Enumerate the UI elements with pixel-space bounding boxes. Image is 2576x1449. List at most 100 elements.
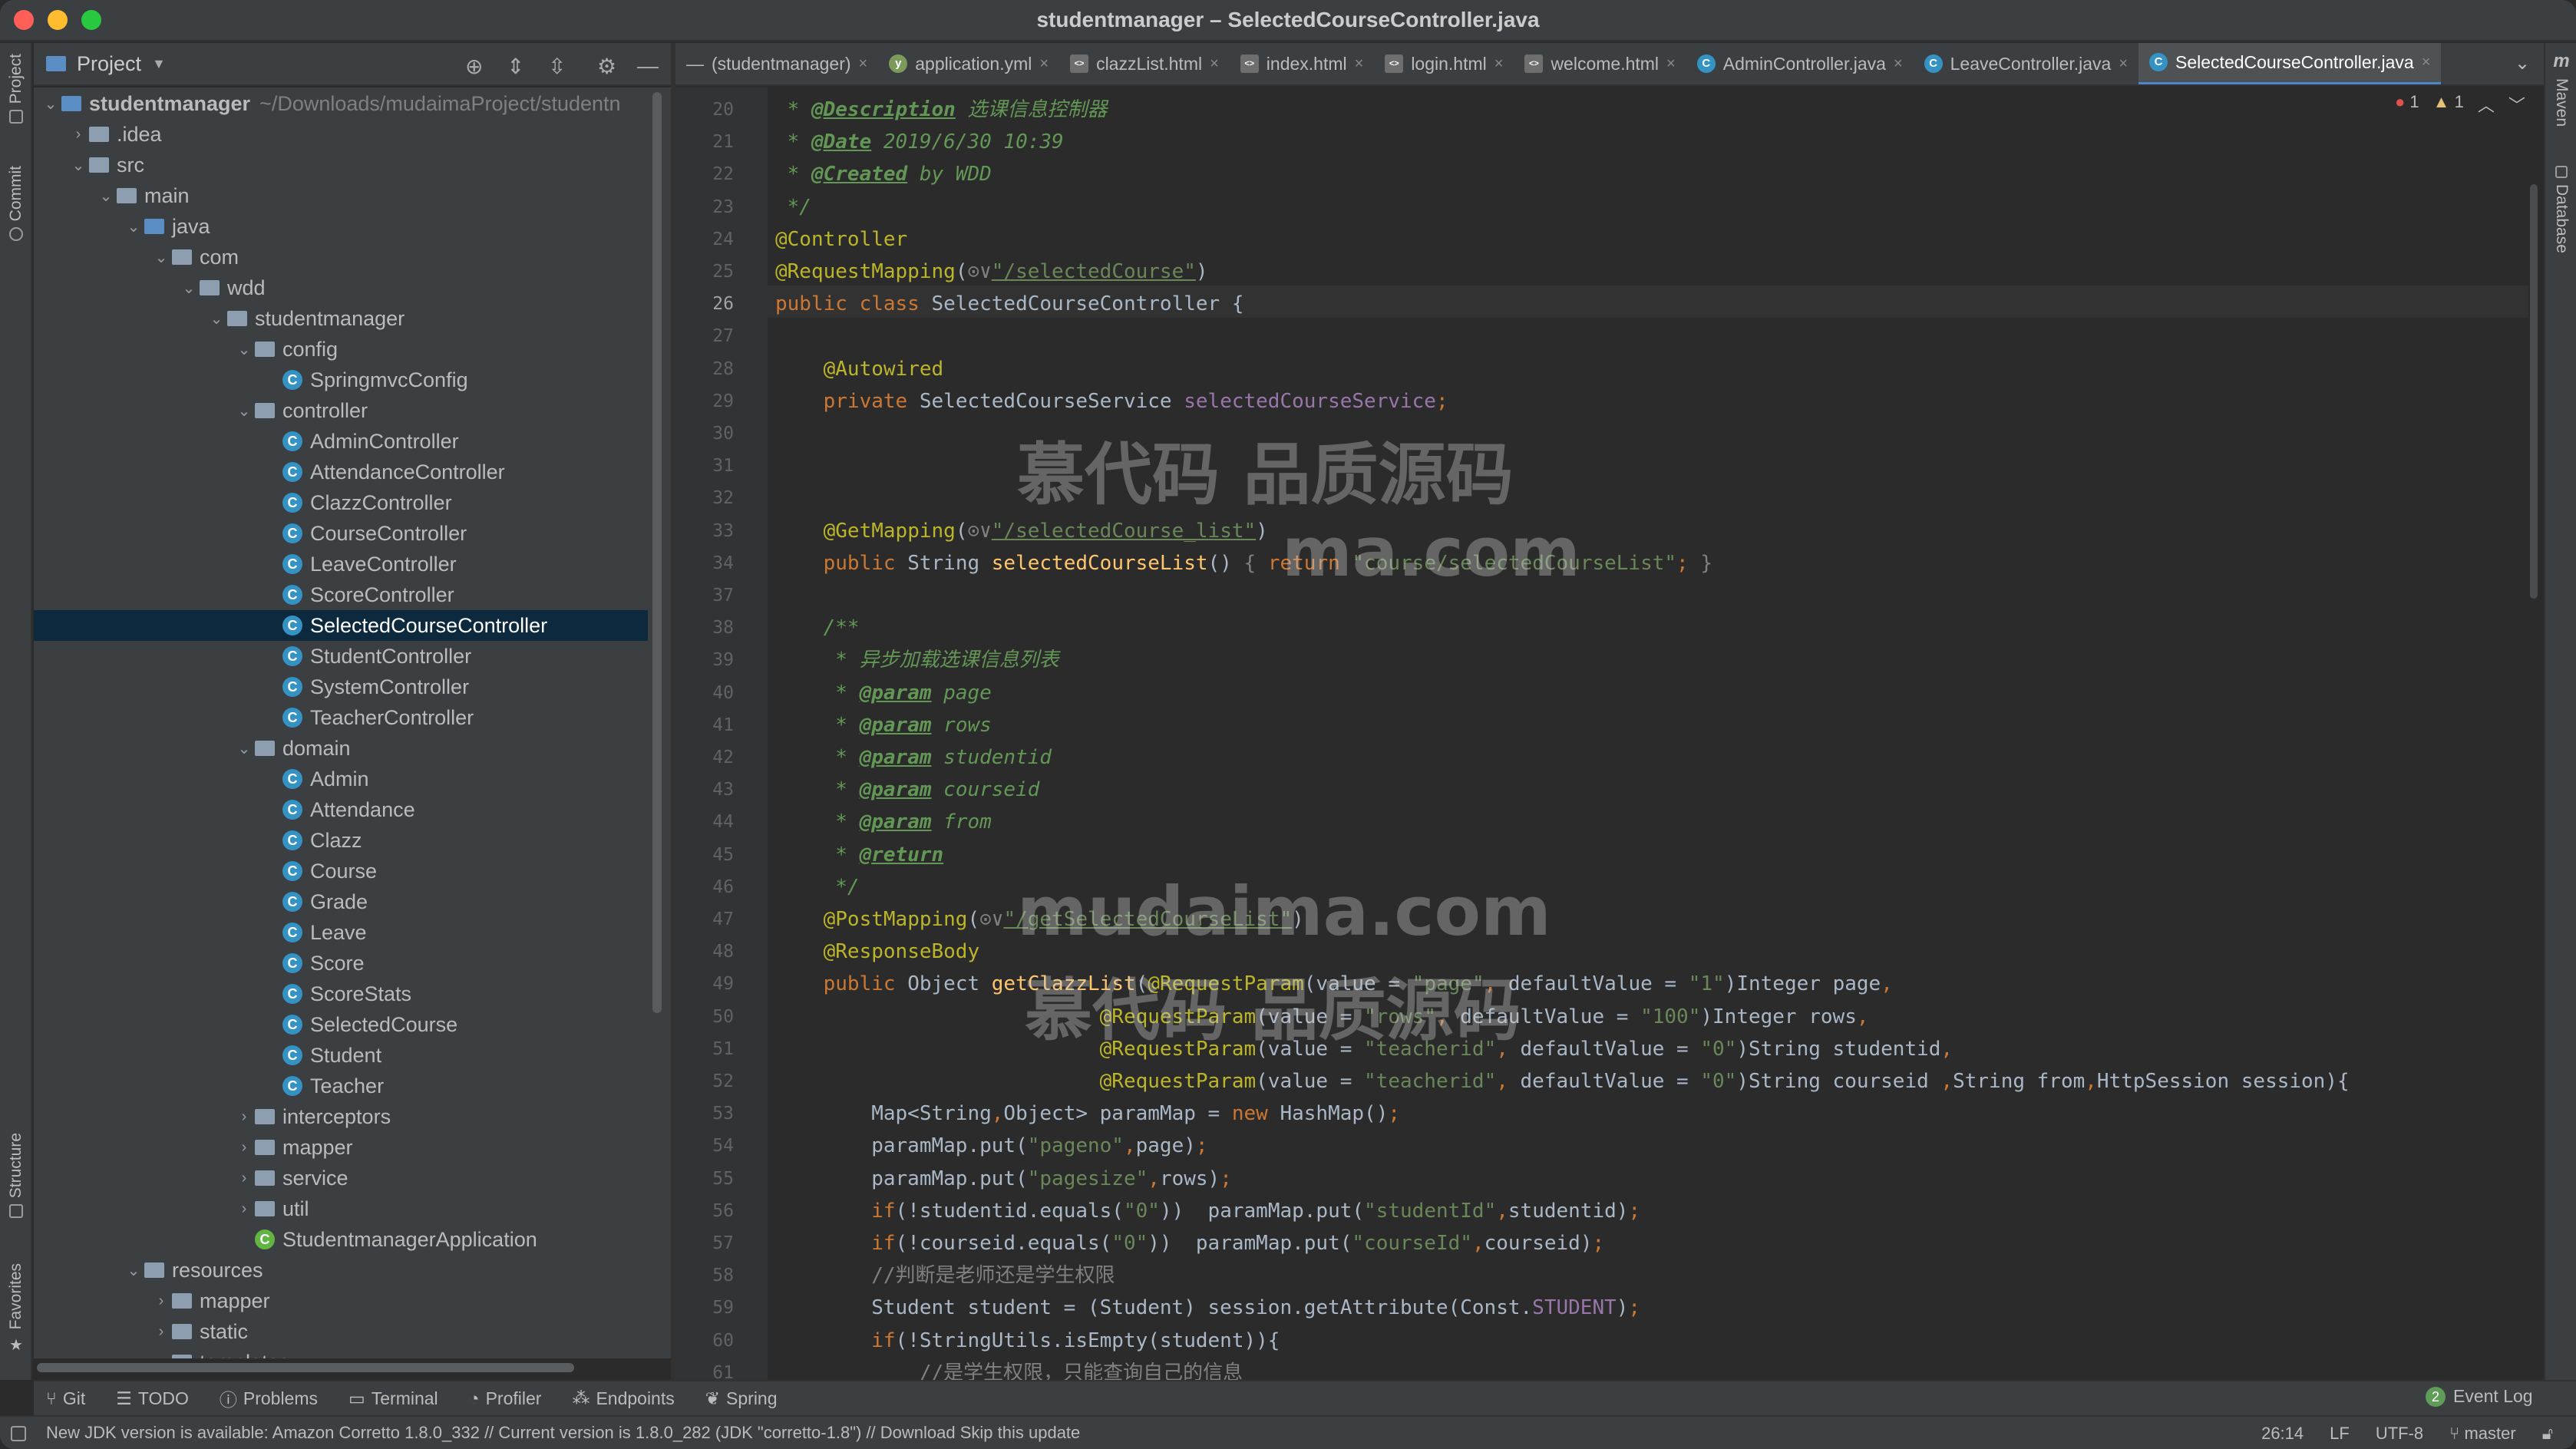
- chevron-right-icon[interactable]: ›: [233, 1139, 255, 1157]
- chevron-right-icon[interactable]: ›: [68, 126, 89, 144]
- code-line[interactable]: Map<String,Object> paramMap = new HashMa…: [775, 1097, 2525, 1130]
- chevron-down-icon[interactable]: ⌄: [40, 94, 61, 114]
- tree-horizontal-scrollbar[interactable]: [37, 1363, 574, 1372]
- code-line[interactable]: private SelectedCourseService selectedCo…: [775, 385, 2525, 418]
- project-tool-tab[interactable]: Project: [0, 54, 32, 124]
- close-tab-icon[interactable]: ×: [859, 55, 868, 73]
- code-line[interactable]: if(!StringUtils.isEmpty(student)){: [775, 1325, 2525, 1357]
- code-line[interactable]: paramMap.put("pageno",page);: [775, 1130, 2525, 1162]
- tree-item[interactable]: C ScoreController: [34, 579, 648, 610]
- database-tool-tab[interactable]: Database: [2545, 166, 2576, 253]
- code-line[interactable]: * @param courseid: [775, 774, 2525, 806]
- editor-tab-active[interactable]: C SelectedCourseController.java ×: [2138, 43, 2442, 84]
- jdk-update-notification[interactable]: New JDK version is available: Amazon Cor…: [46, 1423, 1080, 1443]
- tree-item[interactable]: C StudentmanagerApplication: [34, 1224, 648, 1255]
- hide-panel-icon[interactable]: —: [637, 54, 659, 78]
- tree-item[interactable]: C Course: [34, 856, 648, 886]
- editor-tab[interactable]: C LeaveController.java ×: [1914, 43, 2138, 84]
- code-line[interactable]: * @Created by WDD: [775, 158, 2525, 190]
- tree-item[interactable]: C ScoreStats: [34, 979, 648, 1009]
- chevron-right-icon[interactable]: ›: [233, 1170, 255, 1187]
- tree-item[interactable]: ⌄ config: [34, 334, 648, 365]
- chevron-down-icon[interactable]: ⌄: [68, 156, 89, 175]
- maven-tool-tab[interactable]: m Maven: [2545, 51, 2576, 127]
- favorites-tool-tab[interactable]: Favorites ★: [0, 1263, 32, 1355]
- tree-item[interactable]: C Admin: [34, 764, 648, 794]
- tree-item[interactable]: C AttendanceController: [34, 457, 648, 487]
- tree-item[interactable]: C SystemController: [34, 672, 648, 702]
- code-line[interactable]: public class SelectedCourseController {: [775, 288, 2525, 320]
- tree-vertical-scrollbar[interactable]: [652, 92, 662, 1013]
- tree-item[interactable]: ⌄ main: [34, 180, 648, 211]
- tab-list-chevron-icon[interactable]: ⌄: [2515, 52, 2530, 74]
- code-line[interactable]: * @Description 选课信息控制器: [775, 94, 2525, 126]
- close-tab-icon[interactable]: ×: [1210, 55, 1219, 73]
- tree-item[interactable]: › static: [34, 1316, 648, 1347]
- code-line[interactable]: @RequestMapping(⊙∨"/selectedCourse"): [775, 256, 2525, 288]
- close-tab-icon[interactable]: ×: [2119, 55, 2128, 73]
- code-line[interactable]: * @param studentid: [775, 741, 2525, 774]
- code-line[interactable]: * @param from: [775, 806, 2525, 838]
- tree-item[interactable]: ⌄ com: [34, 242, 648, 272]
- close-tab-icon[interactable]: ×: [1494, 55, 1504, 73]
- code-line[interactable]: @Autowired: [775, 353, 2525, 385]
- git-branch-widget[interactable]: ⑂ master: [2449, 1424, 2516, 1444]
- tree-item[interactable]: C Teacher: [34, 1071, 648, 1101]
- code-line[interactable]: paramMap.put("pagesize",rows);: [775, 1163, 2525, 1195]
- chevron-right-icon[interactable]: ›: [150, 1292, 172, 1310]
- editor-tab[interactable]: — (studentmanager) ×: [675, 43, 878, 84]
- code-line[interactable]: */: [775, 191, 2525, 223]
- chevron-down-icon[interactable]: ▼: [152, 56, 166, 72]
- code-line[interactable]: @GetMapping(⊙∨"/selectedCourse_list"): [775, 515, 2525, 547]
- close-window-button[interactable]: [14, 10, 34, 30]
- tree-item[interactable]: C ClazzController: [34, 487, 648, 518]
- caret-position[interactable]: 26:14: [2261, 1424, 2304, 1444]
- tree-item[interactable]: ⌄ wdd: [34, 272, 648, 303]
- chevron-down-icon[interactable]: ⌄: [150, 1353, 172, 1359]
- minimize-window-button[interactable]: [48, 10, 68, 30]
- code-line[interactable]: @RequestParam(value = "teacherid", defau…: [775, 1065, 2525, 1097]
- tree-item[interactable]: › interceptors: [34, 1101, 648, 1132]
- code-line[interactable]: /**: [775, 612, 2525, 644]
- tree-item[interactable]: › service: [34, 1163, 648, 1193]
- chevron-right-icon[interactable]: ›: [150, 1323, 172, 1341]
- tree-item[interactable]: C StudentController: [34, 641, 648, 672]
- problems-tool-button[interactable]: ⓘ Problems: [220, 1385, 318, 1411]
- tree-item[interactable]: C Score: [34, 948, 648, 979]
- tree-item-selected[interactable]: C SelectedCourseController: [34, 610, 648, 641]
- locate-file-icon[interactable]: ⊕: [465, 54, 483, 79]
- file-encoding[interactable]: UTF-8: [2376, 1424, 2423, 1444]
- tree-item[interactable]: C Student: [34, 1040, 648, 1071]
- tree-item[interactable]: ⌄ studentmanager: [34, 303, 648, 334]
- collapse-all-icon[interactable]: ⇳: [548, 54, 566, 79]
- close-tab-icon[interactable]: ×: [1039, 55, 1049, 73]
- spring-tool-button[interactable]: ❦ Spring: [705, 1388, 778, 1409]
- profiler-tool-button[interactable]: ◔ Profiler: [469, 1388, 542, 1409]
- line-separator[interactable]: LF: [2330, 1424, 2350, 1444]
- code-line[interactable]: @Controller: [775, 223, 2525, 256]
- code-line[interactable]: * @param page: [775, 677, 2525, 709]
- tree-item[interactable]: C AdminController: [34, 426, 648, 457]
- chevron-down-icon[interactable]: ⌄: [123, 217, 144, 236]
- code-line[interactable]: [775, 579, 2525, 612]
- prev-highlight-icon[interactable]: ︿: [2478, 92, 2495, 117]
- editor-scrollbar[interactable]: [2530, 184, 2538, 599]
- todo-tool-button[interactable]: ☰ TODO: [116, 1388, 189, 1409]
- code-line[interactable]: public String selectedCourseList() { ret…: [775, 547, 2525, 579]
- tree-item[interactable]: ⌄ studentmanager ~/Downloads/mudaimaProjec…: [34, 88, 648, 119]
- zoom-window-button[interactable]: [81, 10, 101, 30]
- code-line[interactable]: * @Date 2019/6/30 10:39: [775, 126, 2525, 158]
- tree-item[interactable]: ⌄ domain: [34, 733, 648, 764]
- editor-tab[interactable]: <> login.html ×: [1374, 43, 1514, 84]
- code-line[interactable]: if(!courseid.equals("0")) paramMap.put("…: [775, 1227, 2525, 1259]
- tree-item[interactable]: ⌄ resources: [34, 1255, 648, 1286]
- close-tab-icon[interactable]: ×: [2422, 54, 2431, 71]
- tree-item[interactable]: ⌄ src: [34, 150, 648, 180]
- chevron-down-icon[interactable]: ⌄: [95, 186, 117, 206]
- tree-item[interactable]: ⌄ controller: [34, 395, 648, 426]
- expand-all-icon[interactable]: ⇕: [507, 54, 524, 79]
- editor-tab[interactable]: <> index.html ×: [1230, 43, 1375, 84]
- close-tab-icon[interactable]: ×: [1666, 55, 1676, 73]
- chevron-right-icon[interactable]: ›: [233, 1200, 255, 1218]
- project-view-selector[interactable]: Project: [77, 52, 141, 76]
